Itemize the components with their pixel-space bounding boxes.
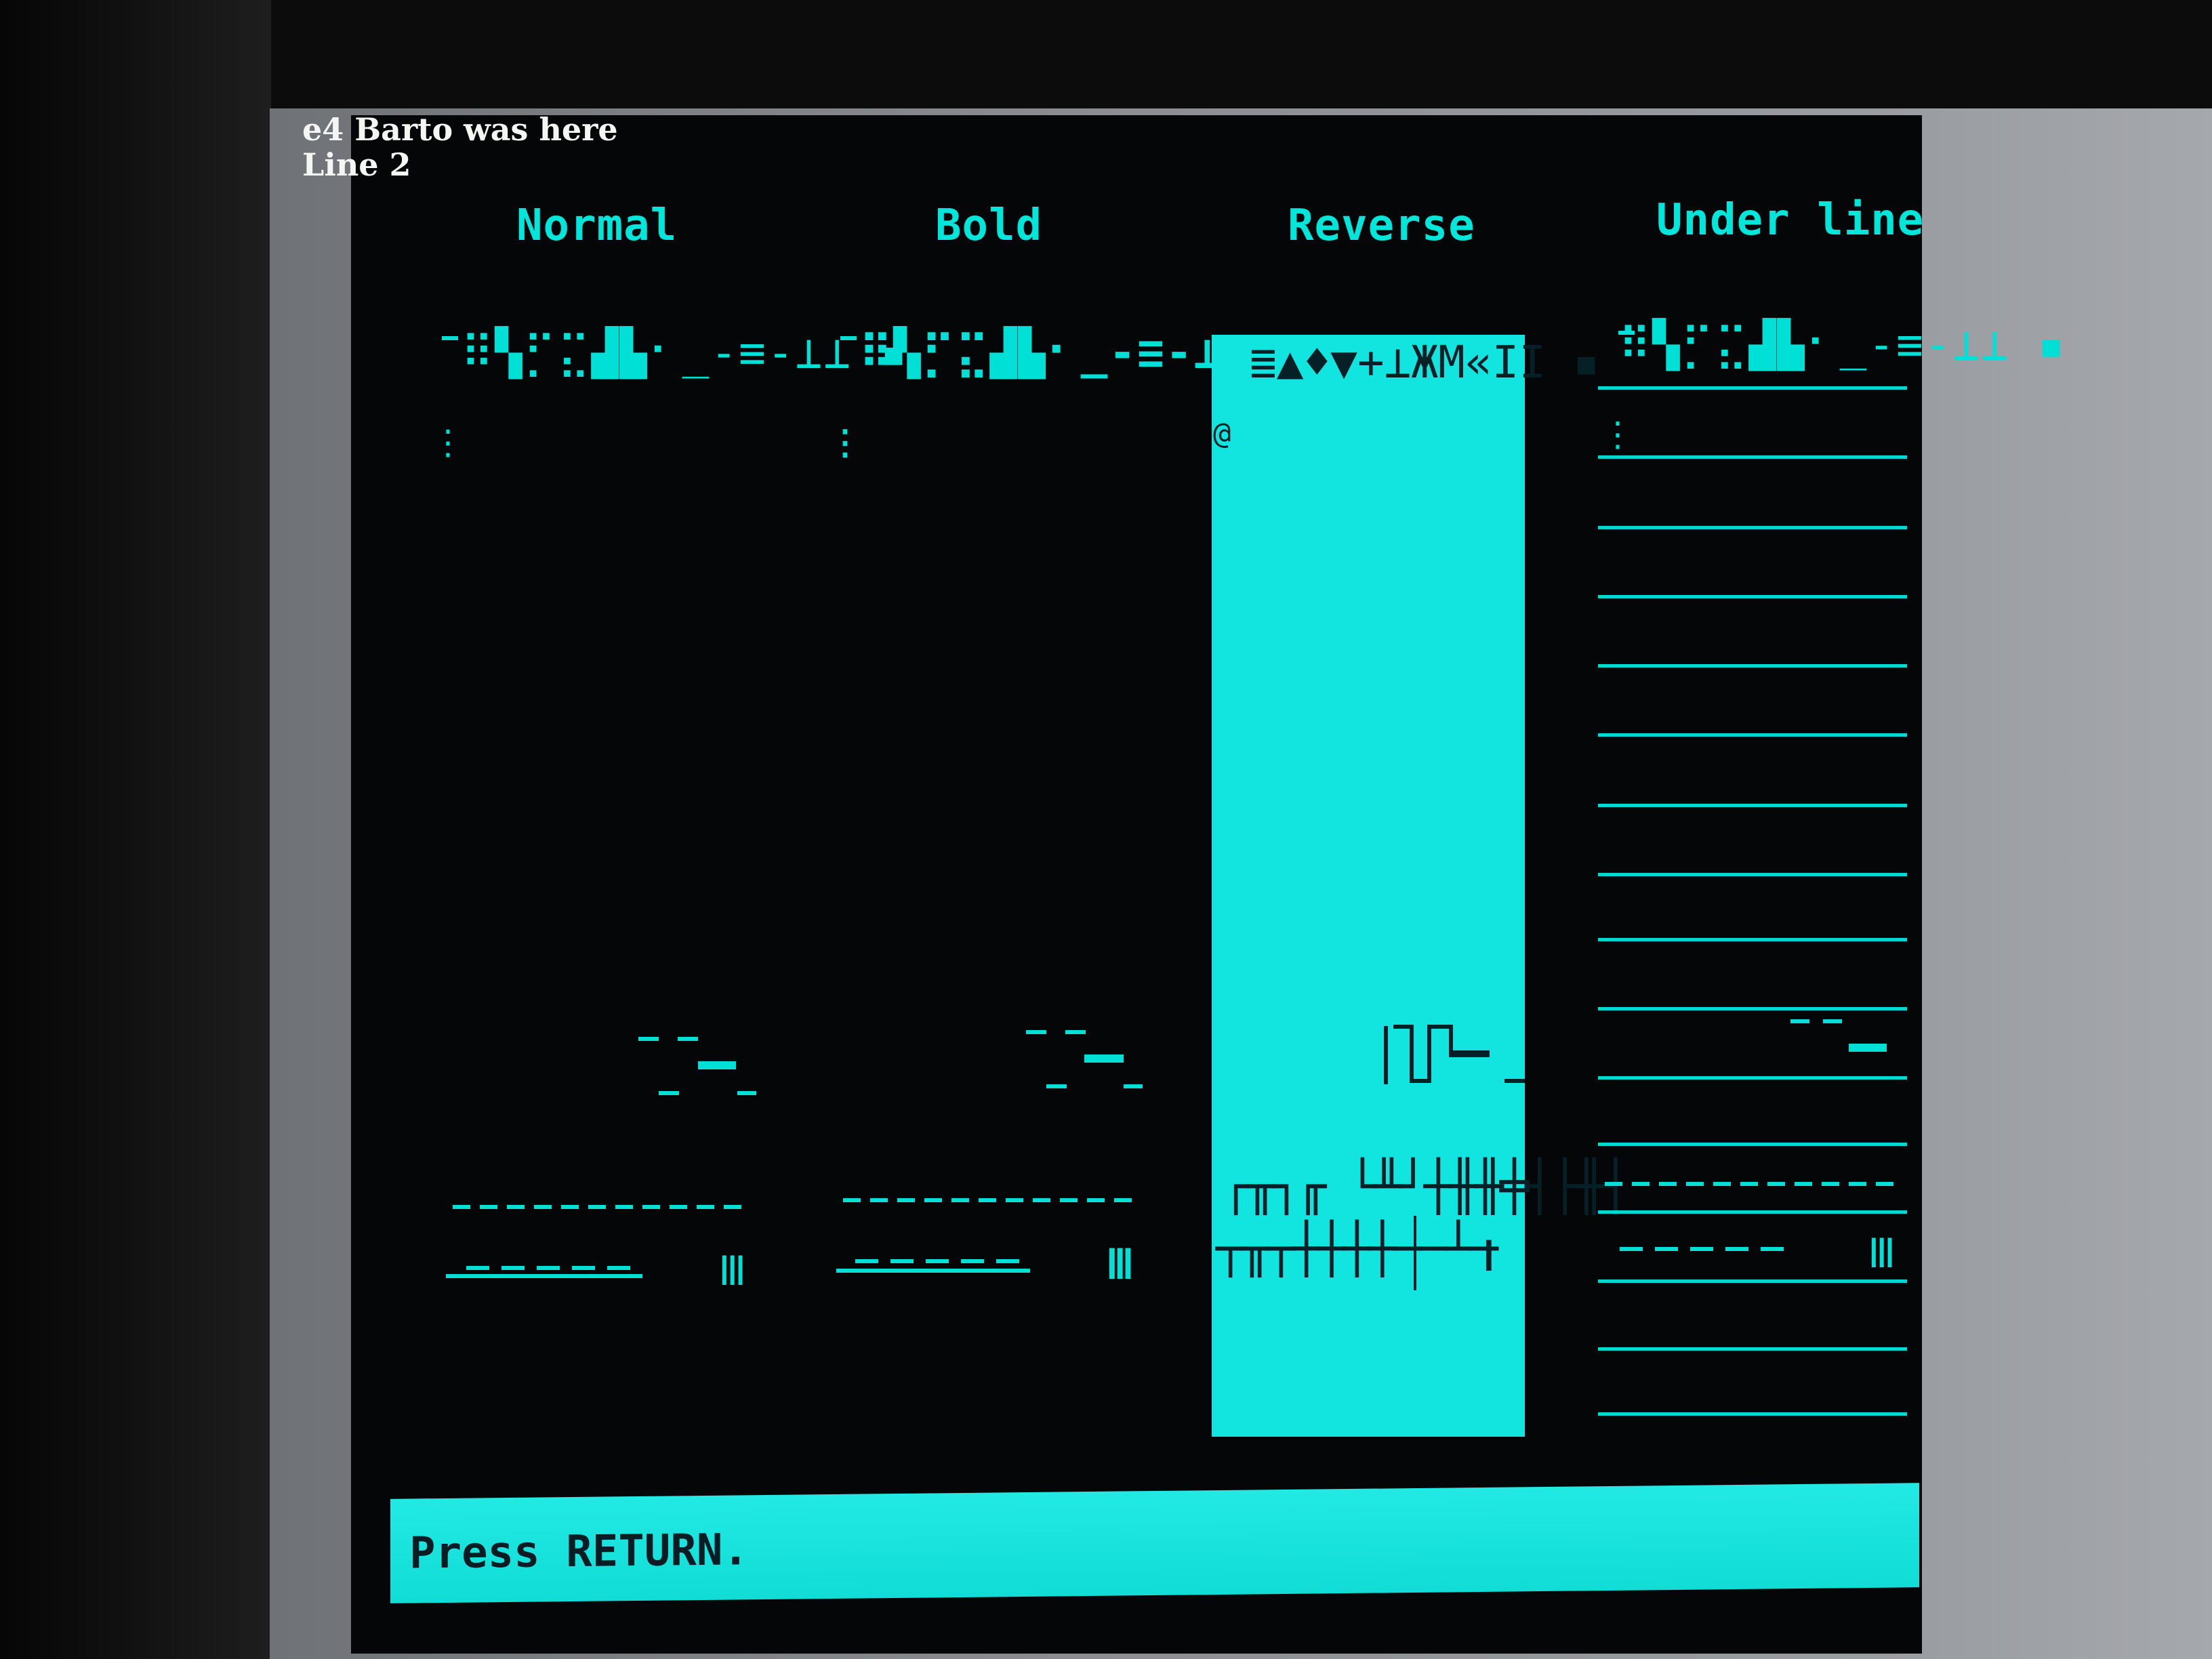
dash-mark <box>698 1061 736 1069</box>
column-title-normal: Normal <box>516 201 678 251</box>
underline-rule <box>1598 804 1907 807</box>
dash-mark <box>1046 1084 1067 1088</box>
dash-mark <box>737 1091 756 1095</box>
dash-mark <box>1823 1019 1842 1023</box>
cursor-mark <box>1618 331 1635 335</box>
wave-line <box>1384 1026 1388 1084</box>
wave-line <box>1427 1025 1431 1083</box>
dash-row <box>1620 1247 1793 1251</box>
dash-row <box>466 1266 640 1270</box>
underline-rule <box>1598 595 1907 598</box>
dotted-glyph: ⋮ <box>1601 415 1635 454</box>
underline-rule <box>1598 526 1907 529</box>
column-title-underline: Under line <box>1656 195 1925 245</box>
column-title-reverse: Reverse <box>1288 201 1475 251</box>
monitor-bezel-left <box>0 0 271 1659</box>
column-title-bold: Bold <box>935 201 1043 251</box>
dotted-glyph: ⋮ <box>431 423 465 462</box>
dash-row <box>1605 1182 1899 1186</box>
underline-segment <box>836 1269 1030 1273</box>
box-glyph-row: ┌╥┐╓ └╨┘┼╫╫╪┤├╫┤ <box>1221 1158 1631 1214</box>
reverse-video-column: ≣▲♦▼+⊥ЖМ«II ▪ @ ┌╥┐╓ └╨┘┼╫╫╪┤├╫┤ ┬╥┬┼┼┼┼… <box>1212 335 1631 1437</box>
wave-line <box>1410 1025 1414 1082</box>
dash-mark <box>1065 1030 1086 1034</box>
status-bar: Press RETURN. <box>390 1483 1919 1603</box>
dash-mark <box>1124 1084 1143 1088</box>
underline-rule <box>1598 938 1907 941</box>
underline-segment <box>446 1274 642 1278</box>
cursor-mark <box>442 336 458 340</box>
cursor-mark <box>840 336 857 340</box>
dash-mark <box>678 1037 698 1041</box>
vertical-line <box>1414 1216 1416 1290</box>
underline-rule <box>1598 1076 1907 1080</box>
dash-row <box>453 1205 751 1209</box>
glyph-row-underline: ⠿▚⡋⣍▟▙⠂_-≡-⊥⊥ ▪ <box>1618 319 2066 371</box>
press-return-prompt: Press RETURN. <box>409 1525 749 1579</box>
underline-rule <box>1598 1143 1907 1146</box>
dash-row <box>855 1259 1029 1263</box>
dash-mark <box>659 1091 679 1095</box>
bar-glyph: Ⅲ <box>1868 1230 1896 1277</box>
header-line-2: Line 2 <box>302 146 411 183</box>
underline-rule <box>1598 455 1907 459</box>
underline-rule <box>1598 1347 1907 1351</box>
underline-rule <box>1598 1279 1907 1283</box>
dash-mark <box>1849 1044 1887 1052</box>
dash-mark <box>1084 1054 1124 1063</box>
dash-mark <box>1790 1019 1809 1023</box>
dash-row <box>843 1198 1137 1202</box>
bar-glyph: Ⅰ <box>1483 1233 1495 1280</box>
underline-rule <box>1598 664 1907 668</box>
glyph-row-reverse: ≣▲♦▼+⊥ЖМ«II ▪ <box>1250 336 1600 388</box>
underline-rule <box>1598 386 1907 390</box>
underline-rule <box>1598 873 1907 876</box>
at-glyph: @ <box>1213 416 1231 451</box>
wave-line <box>1427 1025 1452 1029</box>
wave-line <box>1449 1050 1490 1057</box>
wave-line <box>1504 1079 1525 1083</box>
bar-glyph: Ⅲ <box>718 1248 747 1295</box>
bar-glyph: Ⅲ <box>1106 1241 1134 1288</box>
underline-rule <box>1598 733 1907 737</box>
dash-mark <box>638 1037 659 1041</box>
dotted-glyph: ⋮ <box>828 423 862 462</box>
underline-rule <box>1598 1210 1907 1214</box>
underline-rule <box>1598 1412 1907 1416</box>
underline-rule <box>1598 1007 1907 1010</box>
dash-mark <box>1026 1030 1046 1034</box>
header-line-1: e4 Barto was here <box>302 111 618 148</box>
box-glyph-row: ┬╥┬┼┼┼┼──┴─ <box>1216 1220 1498 1277</box>
